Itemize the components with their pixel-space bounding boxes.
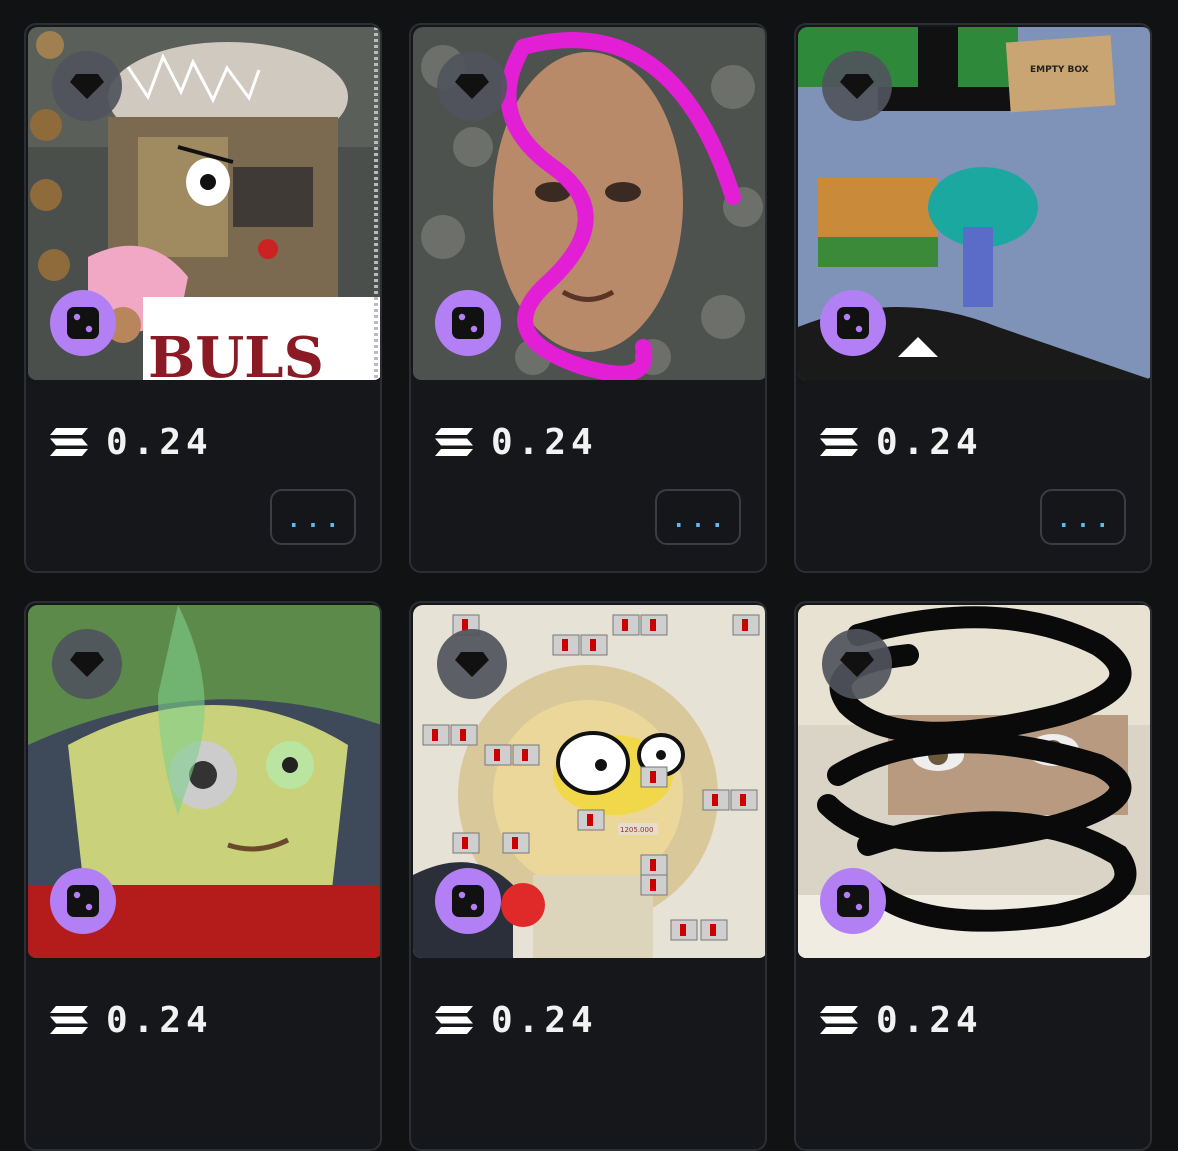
random-button[interactable] [435,290,501,356]
price-value: 0.24 [876,421,983,463]
favorite-button[interactable] [52,51,122,121]
more-options-button[interactable]: ... [270,489,356,545]
random-button[interactable] [820,290,886,356]
price-row: 0.24 [50,420,213,464]
random-button[interactable] [435,868,501,934]
solana-icon [820,1006,858,1034]
nft-card[interactable]: BULS 0.24 ... [24,23,382,573]
gem-icon [840,652,874,677]
nft-card[interactable]: 0.24 [794,601,1152,1151]
price-value: 0.24 [491,999,598,1041]
price-row: 0.24 [820,998,983,1042]
price-row: 0.24 [820,420,983,464]
gem-icon [70,74,104,99]
price-row: 0.24 [50,998,213,1042]
gem-icon [455,652,489,677]
dice-icon [837,885,869,917]
favorite-button[interactable] [437,51,507,121]
random-button[interactable] [820,868,886,934]
random-button[interactable] [50,868,116,934]
solana-icon [50,428,88,456]
favorite-button[interactable] [822,51,892,121]
price-row: 0.24 [435,420,598,464]
dice-icon [452,307,484,339]
gem-icon [455,74,489,99]
price-value: 0.24 [106,421,213,463]
price-tag-text: 1205.000 [620,826,653,834]
price-value: 0.24 [491,421,598,463]
dice-icon [67,307,99,339]
random-button[interactable] [50,290,116,356]
solana-icon [50,1006,88,1034]
nft-card[interactable]: 0.24 ... [409,23,767,573]
gem-icon [70,652,104,677]
favorite-button[interactable] [822,629,892,699]
dice-icon [452,885,484,917]
more-options-button[interactable]: ... [655,489,741,545]
favorite-button[interactable] [437,629,507,699]
dice-icon [837,307,869,339]
solana-icon [435,1006,473,1034]
box-label: EMPTY BOX [1030,65,1089,75]
nft-card[interactable]: 0.24 [24,601,382,1151]
jersey-text: BULS [148,325,324,380]
more-options-button[interactable]: ... [1040,489,1126,545]
favorite-button[interactable] [52,629,122,699]
solana-icon [820,428,858,456]
price-value: 0.24 [876,999,983,1041]
price-row: 0.24 [435,998,598,1042]
nft-grid: BULS 0.24 ... 0.24 ... EMPTY BOX 0.24 ..… [0,0,1178,1151]
nft-card[interactable]: 1205.000 0.24 [409,601,767,1151]
dice-icon [67,885,99,917]
solana-icon [435,428,473,456]
price-value: 0.24 [106,999,213,1041]
nft-card[interactable]: EMPTY BOX 0.24 ... [794,23,1152,573]
gem-icon [840,74,874,99]
